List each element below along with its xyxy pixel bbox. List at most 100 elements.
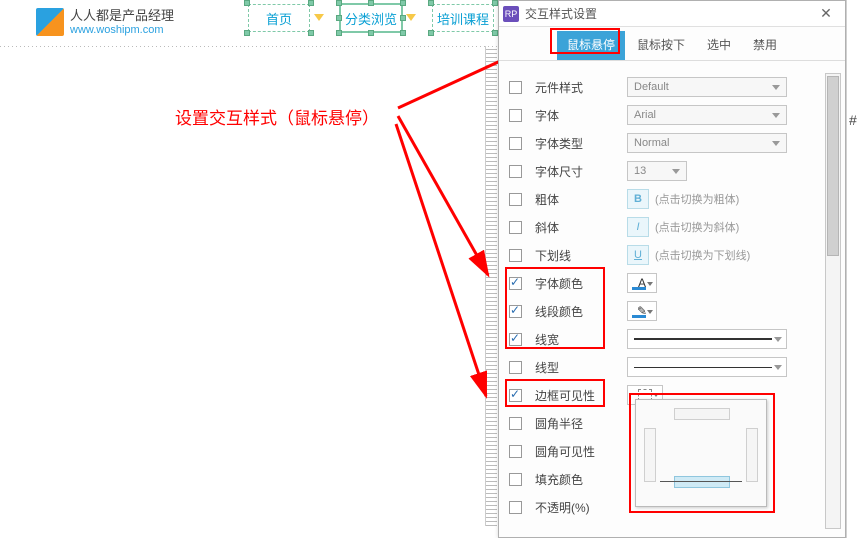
- annotation-arrows: [0, 0, 498, 538]
- select-font-family[interactable]: Arial: [627, 105, 787, 125]
- label: 线型: [535, 359, 619, 376]
- checkbox-corner-radius[interactable]: [509, 417, 522, 430]
- label: 字体尺寸: [535, 163, 619, 180]
- nav-item-home[interactable]: 首页: [248, 4, 310, 32]
- nav-group: 首页 分类浏览 培训课程: [248, 4, 494, 32]
- font-color-picker[interactable]: A: [627, 273, 657, 293]
- checkbox-underline[interactable]: [509, 249, 522, 262]
- brand-url: www.woshipm.com: [70, 24, 174, 37]
- line-width-select[interactable]: [627, 329, 787, 349]
- label: 斜体: [535, 219, 619, 236]
- vertical-scrollbar[interactable]: [825, 73, 841, 529]
- ruler-vertical: [485, 46, 497, 526]
- dialog-title: 交互样式设置: [525, 5, 805, 22]
- row-font-family: 字体 Arial: [509, 101, 819, 129]
- line-style-select[interactable]: [627, 357, 787, 377]
- checkbox-border-visibility[interactable]: [509, 389, 522, 402]
- checkbox-bold[interactable]: [509, 193, 522, 206]
- border-left-toggle[interactable]: [644, 428, 656, 482]
- tab-hover[interactable]: 鼠标悬停: [557, 31, 625, 60]
- selection-handle[interactable]: [308, 0, 314, 6]
- border-bottom-toggle[interactable]: [674, 476, 730, 488]
- brand-text: 人人都是产品经理 www.woshipm.com: [70, 8, 174, 37]
- checkbox-opacity[interactable]: [509, 501, 522, 514]
- hint: (点击切换为斜体): [655, 219, 739, 235]
- checkbox-line-width[interactable]: [509, 333, 522, 346]
- row-font-size: 字体尺寸 13: [509, 157, 819, 185]
- row-bold: 粗体 B (点击切换为粗体): [509, 185, 819, 213]
- selection-handle[interactable]: [336, 30, 342, 36]
- checkbox-line-color[interactable]: [509, 305, 522, 318]
- label: 线宽: [535, 331, 619, 348]
- brand-logo: [36, 8, 64, 36]
- label: 不透明(%): [535, 499, 619, 516]
- dropdown-marker-icon: [406, 14, 416, 21]
- tab-mousedown[interactable]: 鼠标按下: [627, 31, 695, 60]
- interaction-style-dialog: RP 交互样式设置 ✕ 鼠标悬停 鼠标按下 选中 禁用 元件样式 Default…: [498, 0, 846, 538]
- checkbox-font-size[interactable]: [509, 165, 522, 178]
- selection-handle[interactable]: [336, 15, 342, 21]
- nav-label: 分类浏览: [345, 9, 397, 28]
- checkbox-italic[interactable]: [509, 221, 522, 234]
- selection-handle[interactable]: [368, 0, 374, 6]
- selection-handle[interactable]: [336, 0, 342, 6]
- ruler-horizontal: [0, 46, 498, 47]
- bold-toggle[interactable]: B: [627, 189, 649, 209]
- underline-toggle[interactable]: U: [627, 245, 649, 265]
- dropdown-marker-icon: [314, 14, 324, 21]
- selection-handle[interactable]: [244, 30, 250, 36]
- label: 圆角半径: [535, 415, 619, 432]
- close-button[interactable]: ✕: [811, 1, 841, 27]
- label: 元件样式: [535, 79, 619, 96]
- selection-handle[interactable]: [428, 0, 434, 6]
- tab-disabled[interactable]: 禁用: [743, 31, 787, 60]
- right-gutter: [846, 0, 861, 538]
- label: 边框可见性: [535, 387, 619, 404]
- line-color-picker[interactable]: ✎: [627, 301, 657, 321]
- checkbox-fill-color[interactable]: [509, 473, 522, 486]
- label: 字体类型: [535, 135, 619, 152]
- brand: 人人都是产品经理 www.woshipm.com: [36, 8, 174, 37]
- selection-handle[interactable]: [400, 0, 406, 6]
- nav-item-categories[interactable]: 分类浏览: [340, 4, 402, 32]
- select-font-size[interactable]: 13: [627, 161, 687, 181]
- border-preview-line: [660, 481, 742, 482]
- panel-body: 元件样式 Default 字体 Arial 字体类型 Normal 字体尺寸 1…: [499, 61, 845, 537]
- selection-handle[interactable]: [428, 30, 434, 36]
- select-font-type[interactable]: Normal: [627, 133, 787, 153]
- app-icon: RP: [503, 6, 519, 22]
- label: 下划线: [535, 247, 619, 264]
- selection-handle[interactable]: [244, 0, 250, 6]
- border-preview-panel[interactable]: [635, 399, 767, 507]
- checkbox-font-family[interactable]: [509, 109, 522, 122]
- label: 圆角可见性: [535, 443, 619, 460]
- color-bar: [632, 315, 646, 318]
- nav-label: 首页: [266, 9, 292, 28]
- selection-handle[interactable]: [368, 30, 374, 36]
- selection-handle[interactable]: [400, 30, 406, 36]
- checkbox-line-style[interactable]: [509, 361, 522, 374]
- hash-mark: #: [849, 112, 857, 128]
- row-italic: 斜体 I (点击切换为斜体): [509, 213, 819, 241]
- nav-item-training[interactable]: 培训课程: [432, 4, 494, 32]
- tab-selected[interactable]: 选中: [697, 31, 741, 60]
- row-widget-style: 元件样式 Default: [509, 73, 819, 101]
- italic-toggle[interactable]: I: [627, 217, 649, 237]
- border-right-toggle[interactable]: [746, 428, 758, 482]
- checkbox-widget-style[interactable]: [509, 81, 522, 94]
- checkbox-font-color[interactable]: [509, 277, 522, 290]
- label: 填充颜色: [535, 471, 619, 488]
- select-widget-style[interactable]: Default: [627, 77, 787, 97]
- checkbox-font-type[interactable]: [509, 137, 522, 150]
- label: 字体: [535, 107, 619, 124]
- label: 粗体: [535, 191, 619, 208]
- scrollbar-thumb[interactable]: [827, 76, 839, 256]
- row-line-color: 线段颜色 ✎: [509, 297, 819, 325]
- annotation-text: 设置交互样式（鼠标悬停）: [175, 104, 379, 129]
- hint: (点击切换为粗体): [655, 191, 739, 207]
- border-top-toggle[interactable]: [674, 408, 730, 420]
- checkbox-corner-visibility[interactable]: [509, 445, 522, 458]
- dialog-titlebar[interactable]: RP 交互样式设置 ✕: [499, 1, 845, 27]
- brand-title: 人人都是产品经理: [70, 8, 174, 24]
- selection-handle[interactable]: [308, 30, 314, 36]
